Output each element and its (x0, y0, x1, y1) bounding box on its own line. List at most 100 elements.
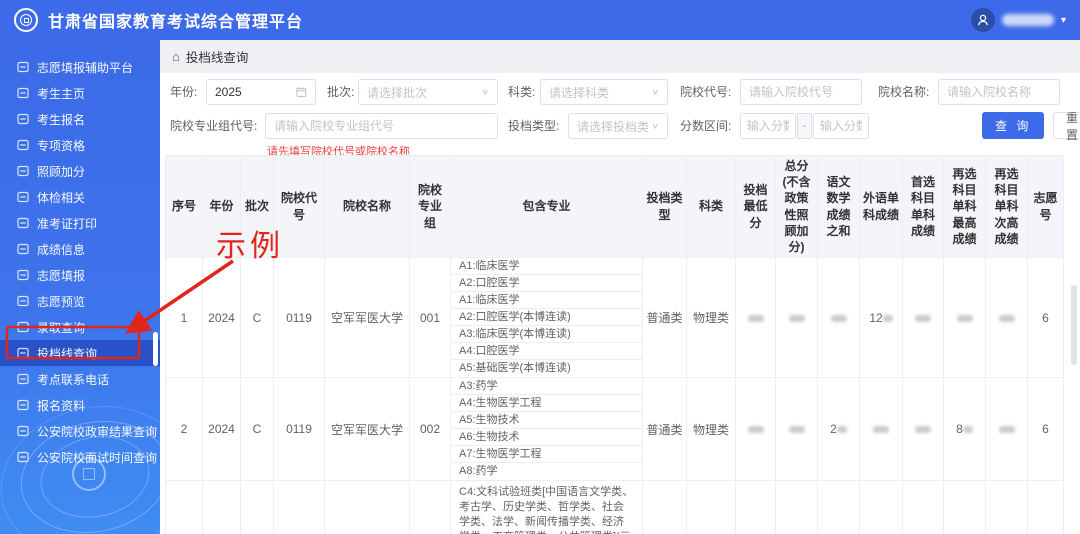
college-code-field[interactable] (740, 79, 862, 105)
major-item: A3:临床医学(本博连读) (451, 326, 642, 344)
cell-score-redacted (817, 257, 860, 379)
redacted-value (747, 426, 764, 434)
sidebar-item-10[interactable]: 志愿预览 (0, 288, 160, 314)
sidebar-item-6[interactable]: 体检相关 (0, 184, 160, 210)
group-code-input[interactable] (274, 119, 489, 133)
file-type-placeholder: 请选择投档类型 (577, 119, 648, 134)
cell-score-redacted (902, 257, 944, 379)
sidebar-item-11[interactable]: 录取查询 (0, 314, 160, 340)
subject-select[interactable]: 请选择科类 ∨ (540, 79, 668, 105)
sidebar-item-label: 考生主页 (37, 86, 86, 101)
redacted-value (873, 426, 889, 434)
file-type-label: 投档类型: (508, 119, 560, 133)
column-header: 年份 (202, 155, 241, 259)
major-item: A4:口腔医学 (451, 343, 642, 361)
sidebar-item-12[interactable]: 投档线查询 (0, 340, 160, 366)
score-min-field[interactable] (740, 113, 796, 139)
sidebar-item-5[interactable]: 照顾加分 (0, 158, 160, 184)
column-header: 再选科目单科最高成绩 (943, 155, 986, 259)
column-header: 序号 (165, 155, 203, 259)
menu-item-icon (17, 269, 29, 281)
cell-college-code (273, 480, 325, 534)
menu-item-icon (17, 191, 29, 203)
major-item: A2:口腔医学(本博连读) (451, 309, 642, 327)
sidebar-item-4[interactable]: 专项资格 (0, 132, 160, 158)
college-name-input[interactable] (947, 85, 1051, 99)
breadcrumb: ⌂ 投档线查询 (160, 40, 1080, 73)
reset-button[interactable]: 重 置 (1053, 111, 1080, 142)
cell-batch: C (240, 377, 274, 482)
menu-item-icon (17, 321, 29, 333)
cell-year (202, 480, 241, 534)
major-item: A1:临床医学 (451, 292, 642, 310)
cell-score-redacted (775, 480, 818, 534)
redacted-value (956, 314, 973, 322)
group-code-field[interactable] (265, 113, 498, 139)
menu-item-icon (17, 165, 29, 177)
sidebar-item-16[interactable]: 公安院校面试时间查询 (0, 444, 160, 470)
group-code-label: 院校专业组代号: (170, 119, 258, 133)
redacted-value (998, 426, 1015, 434)
major-item: A5:生物技术 (451, 412, 642, 430)
score-max-field[interactable] (813, 113, 869, 139)
user-caret-icon[interactable]: ▾ (1061, 15, 1066, 26)
user-avatar-icon[interactable] (970, 8, 995, 32)
sidebar-item-8[interactable]: 成绩信息 (0, 236, 160, 262)
sidebar-item-9[interactable]: 志愿填报 (0, 262, 160, 288)
top-bar: 甘肃省国家教育考试综合管理平台 ▾ (0, 0, 1080, 40)
college-code-input[interactable] (749, 85, 853, 99)
sidebar-item-7[interactable]: 准考证打印 (0, 210, 160, 236)
content-scrollbar[interactable] (1071, 285, 1077, 365)
sidebar-item-label: 照顾加分 (37, 164, 86, 179)
cell-score-redacted (817, 480, 860, 534)
score-max-input[interactable] (820, 119, 862, 133)
cell-score-redacted: 12 (859, 257, 903, 379)
score-min-input[interactable] (747, 119, 789, 133)
sidebar-item-label: 公安院校面试时间查询 (37, 450, 158, 465)
year-label: 年份: (170, 85, 198, 99)
cell-score-redacted (985, 480, 1028, 534)
batch-select[interactable]: 请选择批次 ∨ (358, 79, 498, 105)
sidebar-item-3[interactable]: 考生报名 (0, 106, 160, 132)
cell-year: 2024 (202, 377, 241, 482)
table-row: 1 2024 C 0119 空军军医大学 001 A1:临床医学 A2:口腔医学 A1:临床医学… (165, 257, 1064, 379)
year-field[interactable] (206, 79, 316, 105)
college-name-field[interactable] (938, 79, 1060, 105)
sidebar-item-label: 考生报名 (37, 112, 86, 127)
sidebar-item-2[interactable]: 考生主页 (0, 80, 160, 106)
sidebar-item-14[interactable]: 报名资料 (0, 392, 160, 418)
search-button[interactable]: 查 询 (982, 112, 1045, 139)
menu-item-icon (17, 61, 29, 73)
sidebar-item-label: 公安院校政审结果查询 (37, 424, 158, 439)
cell-volunteer-no: 6 (1027, 257, 1064, 379)
cell-file-type (642, 480, 687, 534)
cell-score-redacted (775, 257, 818, 379)
sidebar-item-15[interactable]: 公安院校政审结果查询 (0, 418, 160, 444)
subject-label: 科类: (508, 85, 536, 99)
cell-score-redacted (859, 480, 903, 534)
file-type-select[interactable]: 请选择投档类型 ∨ (568, 113, 668, 139)
sidebar-menu: 志愿填报辅助平台 考生主页考生报名专项资格照顾加分体检相关 准考证打印 成绩信息 志愿填… (0, 40, 160, 470)
sidebar-item-13[interactable]: 考点联系电话 (0, 366, 160, 392)
sidebar-item-1[interactable]: 志愿填报辅助平台 (0, 54, 160, 80)
cell-seq (165, 480, 203, 534)
cell-major-group (409, 480, 451, 534)
cell-file-type: 普通类 (642, 377, 687, 482)
column-header: 包含专业 (450, 155, 643, 259)
major-item: A5:基础医学(本博连读) (459, 362, 571, 375)
redacted-value (882, 314, 893, 322)
cell-majors: A3:药学 A4:生物医学工程 A5:生物技术 A6:生物技术 A7:生物医学工程 A8:… (450, 377, 643, 482)
redacted-value (915, 314, 931, 322)
user-menu[interactable]: ▾ (970, 8, 1066, 32)
year-input[interactable] (215, 85, 297, 99)
major-item: A7:生物医学工程 (451, 446, 642, 464)
cell-college-name (324, 480, 410, 534)
redacted-value (747, 314, 764, 322)
cell-major-group: 001 (409, 257, 451, 379)
menu-item-icon (17, 295, 29, 307)
cell-college-name: 空军军医大学 (324, 257, 410, 379)
batch-placeholder: 请选择批次 (367, 85, 428, 100)
sidebar-item-label: 志愿填报辅助平台 (37, 60, 134, 75)
sidebar-scrollbar[interactable] (153, 332, 158, 366)
cell-score-redacted: 8 (943, 377, 986, 482)
